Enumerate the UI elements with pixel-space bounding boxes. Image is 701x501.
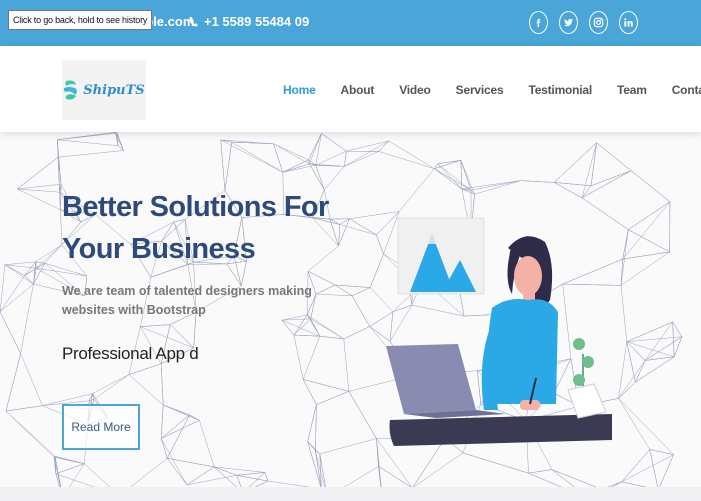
nav-item-video[interactable]: Video — [399, 83, 431, 97]
instagram-icon[interactable] — [589, 11, 608, 34]
phone-icon — [189, 16, 198, 27]
person-working-on-laptop-illustration — [386, 217, 612, 446]
nav-item-contact[interactable]: Contact — [672, 83, 701, 97]
logo-mark-icon — [64, 80, 78, 100]
read-more-button[interactable]: Read More — [62, 404, 140, 450]
nav-item-home[interactable]: Home — [283, 83, 316, 97]
top-contact-bar: example.com +1 5589 55484 09 Click to go… — [0, 0, 701, 46]
contact-phone[interactable]: +1 5589 55484 09 — [188, 14, 309, 29]
nav-item-team[interactable]: Team — [617, 83, 647, 97]
browser-back-tooltip: Click to go back, hold to see history — [8, 10, 153, 30]
primary-nav: Home About Video Services Testimonial Te… — [283, 83, 701, 97]
nav-item-testimonial[interactable]: Testimonial — [528, 83, 592, 97]
nav-item-services[interactable]: Services — [456, 83, 504, 97]
site-logo[interactable]: ShipuTS — [62, 60, 146, 120]
linkedin-icon[interactable] — [619, 11, 638, 34]
contact-phone-text: +1 5589 55484 09 — [204, 14, 310, 29]
hero-typed-text: Professional App d — [62, 344, 199, 363]
logo-text: ShipuTS — [83, 82, 145, 98]
nav-item-about[interactable]: About — [341, 83, 375, 97]
facebook-icon[interactable] — [529, 11, 548, 34]
main-navbar: ShipuTS Home About Video Services Testim… — [0, 46, 701, 132]
social-links — [529, 11, 638, 34]
hero-subtitle: We are team of talented designers making… — [62, 284, 312, 317]
section-divider — [0, 487, 701, 501]
hero-title: Better Solutions For Your Business — [62, 191, 329, 265]
hero-section: Better Solutions For Your Business We ar… — [0, 132, 701, 501]
twitter-icon[interactable] — [559, 11, 578, 34]
